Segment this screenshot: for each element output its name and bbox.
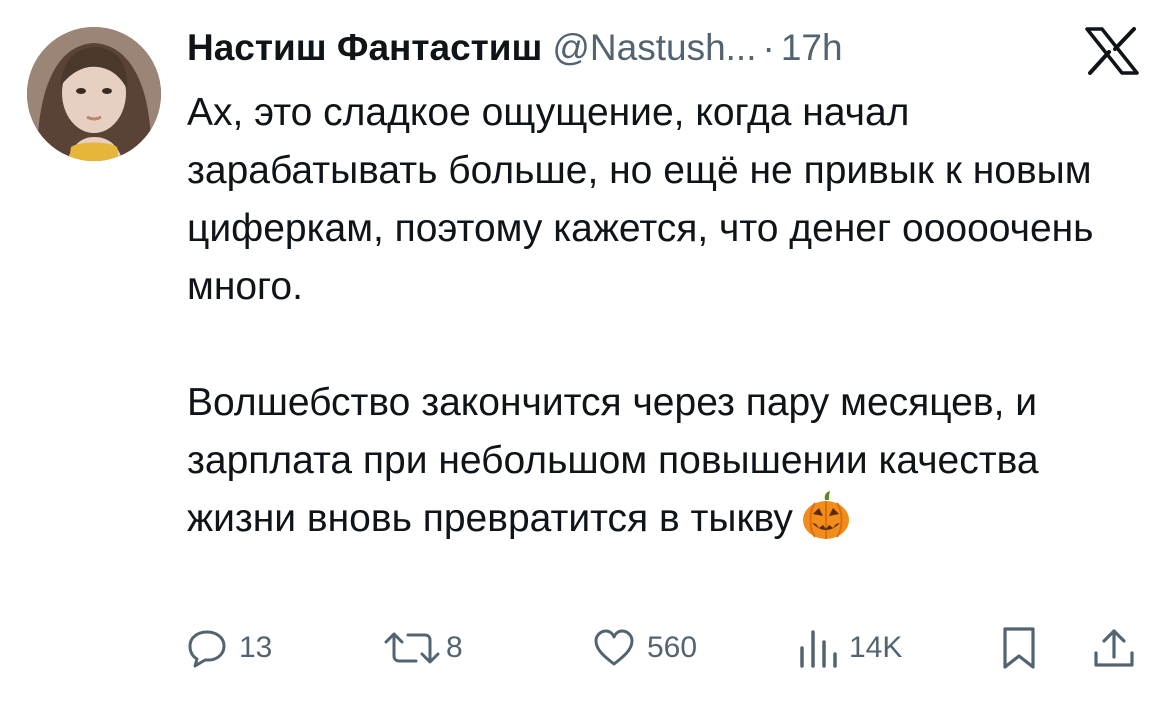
bookmark-icon bbox=[1003, 627, 1035, 669]
avatar[interactable] bbox=[27, 27, 161, 161]
share-icon bbox=[1094, 629, 1134, 667]
retweet-icon bbox=[384, 632, 440, 664]
separator-dot: · bbox=[762, 27, 775, 68]
tweet-paragraph-2: Волшебство закончится через пару месяцев… bbox=[187, 374, 1137, 558]
tweet-paragraph-1: Ах, это сладкое ощущение, когда начал за… bbox=[187, 91, 1094, 308]
like-count: 560 bbox=[647, 631, 698, 664]
x-logo-icon[interactable] bbox=[1085, 27, 1139, 75]
reply-count: 13 bbox=[239, 631, 273, 664]
views-icon bbox=[800, 630, 837, 668]
reply-button[interactable]: 13 bbox=[187, 622, 272, 674]
jack-o-lantern-emoji-icon bbox=[801, 491, 851, 558]
tweet-paragraph-2-text: Волшебство закончится через пару месяцев… bbox=[187, 381, 1039, 540]
views-button[interactable]: 14K bbox=[797, 622, 902, 674]
like-button[interactable]: 560 bbox=[593, 622, 697, 674]
retweet-count: 8 bbox=[446, 631, 463, 664]
reply-icon bbox=[188, 630, 226, 668]
tweet-text: Ах, это сладкое ощущение, когда начал за… bbox=[187, 84, 1137, 558]
tweet-timestamp[interactable]: 17h bbox=[781, 27, 843, 69]
views-count: 14K bbox=[849, 631, 903, 664]
author-name[interactable]: Настиш Фантастиш bbox=[187, 27, 542, 69]
tweet-header: Настиш Фантастиш @Nastush... · 17h bbox=[187, 26, 843, 70]
retweet-button[interactable]: 8 bbox=[380, 622, 463, 674]
avatar-photo-icon bbox=[27, 27, 161, 161]
share-button[interactable] bbox=[1092, 622, 1136, 674]
bookmark-button[interactable] bbox=[999, 622, 1039, 674]
like-icon bbox=[594, 629, 634, 666]
tweet-actions: 13 8 560 14K bbox=[187, 622, 1137, 674]
author-handle[interactable]: @Nastush... bbox=[552, 27, 756, 69]
